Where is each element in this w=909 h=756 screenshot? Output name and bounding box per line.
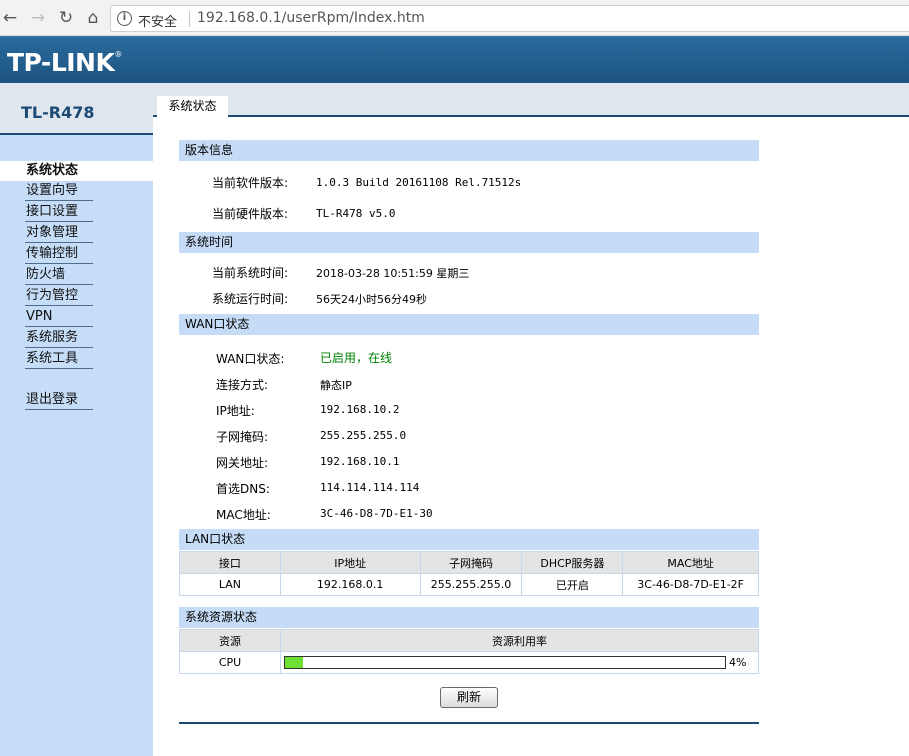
time-section-header: 系统时间 [179,232,759,253]
cpu-progress-bar [284,656,726,669]
refresh-button[interactable]: 刷新 [440,687,498,708]
wan-ip-value: 192.168.10.2 [320,403,400,416]
lan-col-interface: 接口 [179,551,281,574]
tp-link-logo: TP-LINK® [7,48,122,77]
sidebar-item-firewall[interactable]: 防火墙 [25,265,93,285]
wan-status-label: WAN口状态: [216,352,285,366]
sidebar-item-behavior-control[interactable]: 行为管控 [25,286,93,306]
lan-col-subnet: 子网掩码 [419,551,523,574]
sidebar-item-interface-settings[interactable]: 接口设置 [25,202,93,222]
wan-gateway-value: 192.168.10.1 [320,455,400,468]
version-section-header: 版本信息 [179,140,759,161]
lan-table: 接口 IP地址 子网掩码 DHCP服务器 MAC地址 LAN 192.168.0… [179,551,759,596]
connection-type-value: 静态IP [320,379,352,392]
resources-col-usage: 资源利用率 [280,629,759,652]
system-time-label: 当前系统时间: [212,266,289,280]
lan-table-header: 接口 IP地址 子网掩码 DHCP服务器 MAC地址 [179,551,759,574]
software-version-label: 当前软件版本: [212,176,289,190]
browser-toolbar: ← → ↻ ⌂ i 不安全 192.168.0.1/userRpm/Index.… [0,0,909,36]
sidebar-item-logout[interactable]: 退出登录 [25,390,93,410]
address-bar[interactable]: i 不安全 192.168.0.1/userRpm/Index.htm [110,5,909,32]
home-icon[interactable]: ⌂ [83,8,103,28]
uptime-label: 系统运行时间: [212,292,289,306]
wan-mac-label: MAC地址: [216,508,271,522]
software-version-value: 1.0.3 Build 20161108 Rel.71512s [316,176,522,189]
wan-subnet-value: 255.255.255.0 [320,429,407,442]
lan-col-dhcp: DHCP服务器 [521,551,624,574]
sidebar-item-system-status[interactable]: 系统状态 [0,161,153,181]
model-name: TL-R478 [21,103,95,122]
lan-ip-cell: 192.168.0.1 [279,573,421,596]
uptime-value: 56天24小时56分49秒 [316,293,427,306]
sidebar-item-vpn[interactable]: VPN [25,307,93,327]
resources-col-resource: 资源 [179,629,281,652]
reload-icon[interactable]: ↻ [56,8,76,28]
lan-mac-cell: 3C-46-D8-7D-E1-2F [622,573,759,596]
resources-section-header: 系统资源状态 [179,607,759,628]
cpu-progress-fill [285,657,303,668]
tab-bar: 系统状态 [153,83,909,117]
hardware-version-label: 当前硬件版本: [212,207,289,221]
resources-table-header: 资源 资源利用率 [179,629,759,652]
lan-interface-cell: LAN [179,573,281,596]
hardware-version-value: TL-R478 v5.0 [316,207,396,220]
wan-dns-label: 首选DNS: [216,482,270,496]
lan-col-ip: IP地址 [279,551,421,574]
sidebar-item-setup-wizard[interactable]: 设置向导 [25,181,93,201]
wan-ip-label: IP地址: [216,404,255,418]
lan-section-header: LAN口状态 [179,529,759,550]
lan-dhcp-cell: 已开启 [521,573,624,596]
address-divider [189,11,190,27]
wan-gateway-label: 网关地址: [216,456,269,470]
wan-dns-value: 114.114.114.114 [320,481,420,494]
wan-status-value: 已启用，在线 [320,351,393,365]
wan-section-header: WAN口状态 [179,314,759,335]
wan-mac-value: 3C-46-D8-7D-E1-30 [320,507,433,520]
system-time-value: 2018-03-28 10:51:59 星期三 [316,267,470,280]
wan-subnet-label: 子网掩码: [216,430,269,444]
lan-subnet-cell: 255.255.255.0 [419,573,523,596]
cpu-percent-text: 4% [729,656,747,669]
info-icon[interactable]: i [117,11,132,26]
tab-system-status[interactable]: 系统状态 [157,96,228,117]
table-row: LAN 192.168.0.1 255.255.255.0 已开启 3C-46-… [179,573,759,596]
sidebar-item-system-tools[interactable]: 系统工具 [25,349,93,369]
sidebar-item-system-services[interactable]: 系统服务 [25,328,93,348]
forward-arrow-icon[interactable]: → [28,8,48,28]
back-arrow-icon[interactable]: ← [0,8,20,28]
bottom-divider [179,722,759,724]
sidebar-item-transfer-control[interactable]: 传输控制 [25,244,93,264]
cpu-label-cell: CPU [179,651,281,674]
lan-col-mac: MAC地址 [622,551,759,574]
router-banner: TP-LINK® [0,36,909,83]
sidebar-item-object-management[interactable]: 对象管理 [25,223,93,243]
connection-type-label: 连接方式: [216,378,269,392]
security-label: 不安全 [138,15,178,30]
model-panel: TL-R478 [0,83,153,135]
url-text[interactable]: 192.168.0.1/userRpm/Index.htm [197,10,425,26]
